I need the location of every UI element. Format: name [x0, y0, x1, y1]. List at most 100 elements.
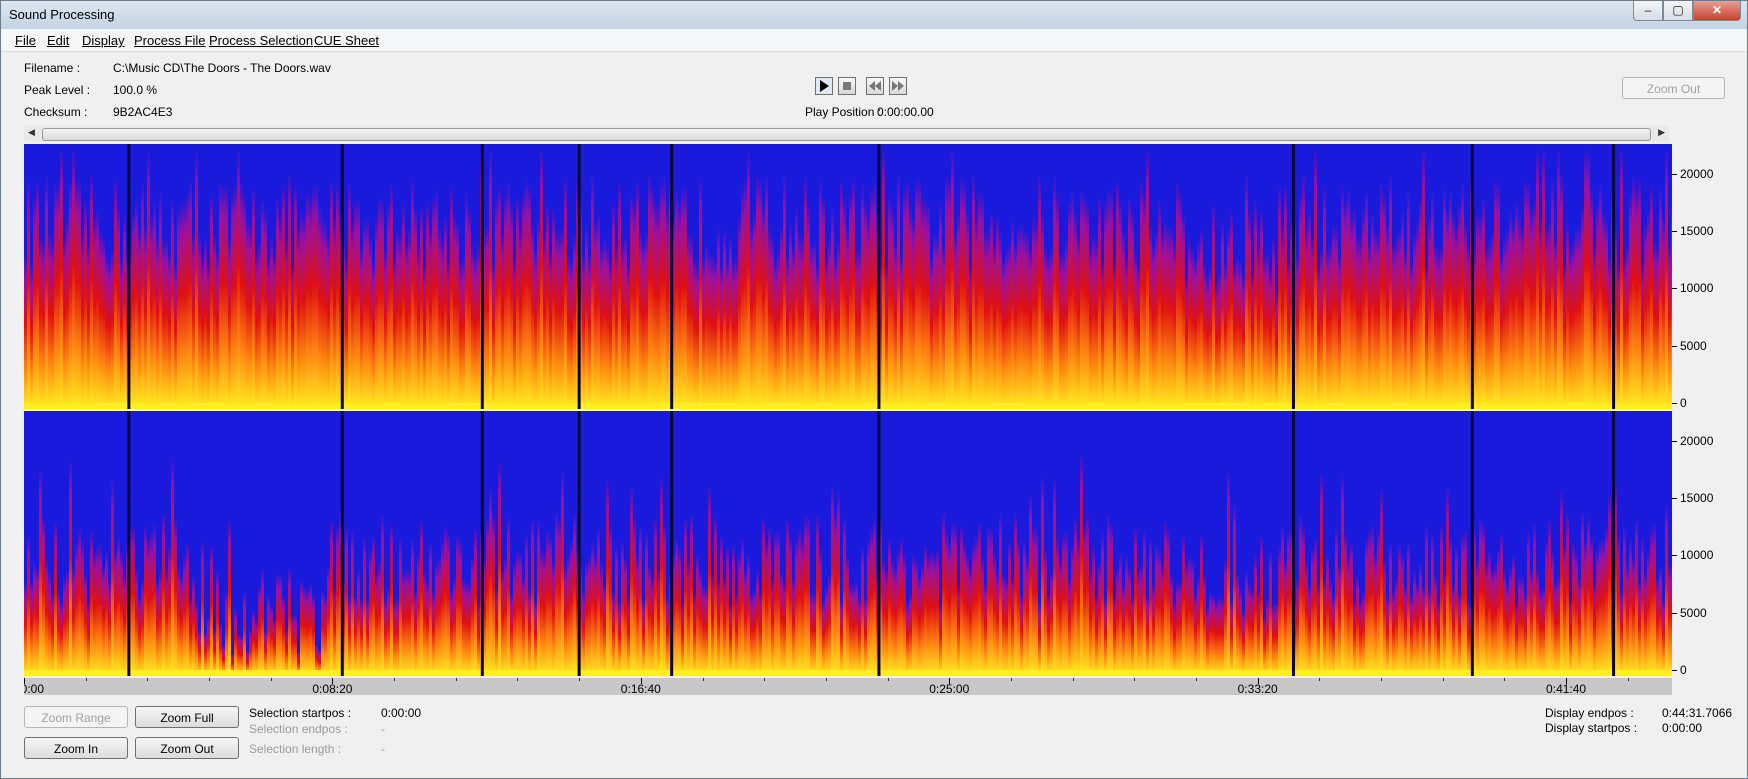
spectrum-column [765, 174, 768, 409]
spectrum-column [1653, 521, 1656, 676]
spectrum-column [801, 236, 804, 409]
horizontal-scrollbar[interactable]: ◀ ▶ [24, 126, 1669, 142]
spectrum-column [924, 543, 927, 676]
spectrum-column [1449, 189, 1452, 409]
spectrum-column [984, 582, 987, 676]
minimize-button[interactable]: ‒ [1633, 1, 1663, 21]
spectrum-column [1128, 195, 1131, 409]
spectrum-column [1551, 175, 1554, 409]
spectrogram-left-channel[interactable] [24, 144, 1672, 409]
spectrum-column [57, 590, 60, 676]
spectrum-column [1377, 527, 1380, 676]
spectrum-column [900, 538, 903, 676]
spectrum-column [489, 487, 492, 676]
spectrum-column [1092, 545, 1095, 676]
spectrum-column [780, 224, 783, 409]
spectrum-column [1335, 525, 1338, 676]
menu-cue-sheet[interactable]: CUE Sheet [314, 33, 379, 48]
spectrum-column [1203, 572, 1206, 676]
spectrum-column [693, 592, 696, 676]
scroll-left-arrow-icon[interactable]: ◀ [28, 127, 35, 138]
spectrum-column [201, 539, 204, 676]
spectrum-column [189, 178, 192, 409]
spectrum-column [1191, 247, 1194, 409]
window-title: Sound Processing [9, 7, 115, 22]
spectrum-column [417, 551, 420, 676]
spectrum-column [1227, 470, 1230, 676]
spectrum-column [276, 572, 279, 676]
spectrum-column [1596, 202, 1599, 409]
menu-edit[interactable]: Edit [47, 33, 69, 48]
play-button[interactable] [815, 77, 833, 95]
spectrum-column [993, 241, 996, 409]
zoom-out-top-button[interactable]: Zoom Out [1622, 77, 1725, 99]
maximize-button[interactable]: ▢ [1663, 1, 1693, 21]
spectrum-column [1323, 578, 1326, 676]
spectrum-column [75, 178, 78, 409]
zoom-range-button[interactable]: Zoom Range [24, 706, 128, 728]
spectrum-column [1305, 223, 1308, 409]
spectrum-column [1593, 582, 1596, 676]
spectrum-column [861, 182, 864, 409]
stop-button[interactable] [838, 77, 856, 95]
menu-file[interactable]: File [15, 33, 36, 48]
spectrum-column [657, 203, 660, 409]
spectrum-column [1578, 577, 1581, 676]
spectrum-column [960, 524, 963, 676]
spectrum-column [291, 615, 294, 676]
spectrum-column [1476, 210, 1479, 409]
spectrum-column [1332, 222, 1335, 409]
track-gap-line [1612, 411, 1616, 676]
spectrum-column [468, 206, 471, 409]
spectrum-column [1203, 262, 1206, 409]
scrollbar-thumb[interactable] [42, 128, 1651, 141]
scroll-right-arrow-icon[interactable]: ▶ [1658, 127, 1665, 138]
zoom-in-button[interactable]: Zoom In [24, 737, 128, 759]
spectrum-column [141, 580, 144, 676]
spectrum-column [1524, 177, 1527, 409]
zoom-out-button[interactable]: Zoom Out [135, 737, 239, 759]
frequency-tick [1672, 345, 1677, 347]
menu-process-file[interactable]: Process File [134, 33, 206, 48]
spectrum-column [948, 542, 951, 676]
spectrum-column [1449, 534, 1452, 676]
spectrum-column [417, 245, 420, 409]
peak-level-value: 100.0 % [113, 83, 158, 97]
title-bar[interactable]: Sound Processing ‒ ▢ ✕ [1, 1, 1747, 29]
spectrum-column [1320, 471, 1323, 676]
spectrum-column [840, 600, 843, 676]
spectrum-column [1416, 219, 1419, 409]
spectrum-column [1173, 602, 1176, 676]
menu-display[interactable]: Display [82, 33, 125, 48]
spectrum-column [48, 233, 51, 409]
rewind-button[interactable] [866, 77, 884, 95]
spectrum-column [291, 262, 294, 409]
fast-forward-button[interactable] [889, 77, 907, 95]
spectrum-column [1155, 543, 1158, 676]
spectrum-column [1587, 148, 1590, 409]
spectrum-column [702, 584, 705, 676]
spectrum-column [867, 215, 870, 409]
spectrum-column [150, 530, 153, 676]
spectrum-column [1410, 595, 1413, 676]
spectrum-column [1233, 501, 1236, 676]
spectrum-column [516, 195, 519, 409]
spectrum-column [933, 231, 936, 409]
spectrum-column [828, 237, 831, 409]
spectrum-column [831, 482, 834, 676]
menu-process-selection[interactable]: Process Selection [209, 33, 313, 48]
close-button[interactable]: ✕ [1693, 1, 1741, 21]
spectrum-column [384, 598, 387, 676]
spectrum-column [540, 148, 543, 409]
spectrum-column [1386, 223, 1389, 409]
spectrum-column [750, 593, 753, 676]
spectrum-column [1506, 583, 1509, 676]
spectrum-column [1080, 453, 1083, 676]
spectrum-column [39, 467, 42, 676]
spectrum-column [1461, 531, 1464, 676]
zoom-full-button[interactable]: Zoom Full [135, 706, 239, 728]
spectrum-column [1440, 523, 1443, 676]
spectrum-column [396, 597, 399, 676]
time-minor-tick [1010, 678, 1012, 681]
spectrogram-right-channel[interactable] [24, 411, 1672, 676]
